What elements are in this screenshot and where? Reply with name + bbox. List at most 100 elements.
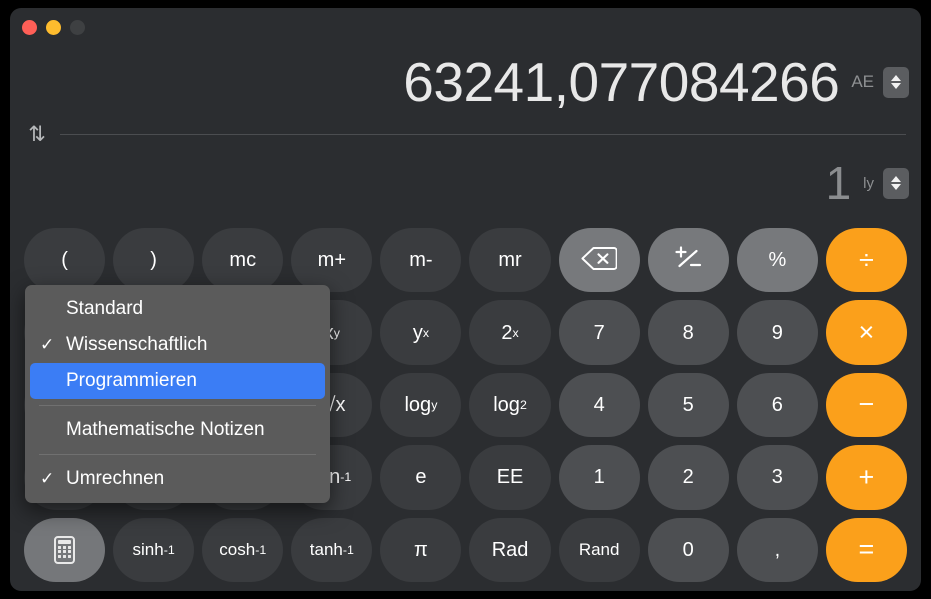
primary-display-row: 63241,077084266 AE bbox=[10, 46, 921, 118]
key-ee[interactable]: EE bbox=[469, 445, 551, 510]
key-mc[interactable]: mc bbox=[202, 228, 284, 293]
display-area: 63241,077084266 AE ⇅ 1 ly bbox=[10, 46, 921, 218]
key-plus-minus[interactable] bbox=[647, 228, 729, 293]
key-label: ( bbox=[61, 249, 68, 272]
key-asinh[interactable]: sinh -1 bbox=[113, 517, 195, 582]
key-rand[interactable]: Rand bbox=[558, 517, 640, 582]
key-label: = bbox=[858, 534, 875, 565]
key-2[interactable]: 2 bbox=[647, 445, 729, 510]
chevron-up-icon bbox=[891, 176, 901, 182]
calculator-icon bbox=[54, 535, 76, 564]
plus-minus-icon bbox=[672, 244, 704, 276]
key-log-2[interactable]: log 2 bbox=[469, 372, 551, 438]
menu-separator bbox=[39, 454, 316, 455]
key-6[interactable]: 6 bbox=[736, 372, 818, 438]
menu-item-programmieren[interactable]: Programmieren bbox=[30, 363, 325, 399]
key-label: cosh bbox=[219, 540, 256, 560]
swap-units-icon[interactable]: ⇅ bbox=[14, 124, 60, 145]
key-label: % bbox=[768, 249, 787, 272]
key-label: y bbox=[412, 321, 423, 344]
key-label: EE bbox=[496, 466, 524, 489]
zoom-button bbox=[70, 20, 85, 35]
key-atanh[interactable]: tanh -1 bbox=[291, 517, 373, 582]
key-mr[interactable]: mr bbox=[469, 228, 551, 293]
key-9[interactable]: 9 bbox=[736, 300, 818, 365]
checkmark-icon: ✓ bbox=[40, 469, 55, 488]
key-label: 5 bbox=[682, 393, 694, 416]
calculator-icon-keys bbox=[58, 550, 71, 554]
titlebar bbox=[10, 8, 921, 46]
menu-item-label: Wissenschaftlich bbox=[66, 334, 208, 355]
menu-item-wissenschaftlich[interactable]: ✓ Wissenschaftlich bbox=[30, 327, 325, 363]
key-8[interactable]: 8 bbox=[647, 300, 729, 365]
menu-item-umrechnen[interactable]: ✓ Umrechnen bbox=[30, 461, 325, 497]
key-calculator-mode[interactable] bbox=[24, 517, 106, 582]
key-label: , bbox=[774, 538, 781, 561]
key-label: 9 bbox=[771, 321, 783, 344]
key-minus[interactable]: − bbox=[825, 372, 907, 438]
secondary-unit-stepper[interactable] bbox=[883, 167, 909, 199]
key-label: − bbox=[858, 389, 875, 420]
key-label: Rad bbox=[491, 538, 529, 561]
key-7[interactable]: 7 bbox=[558, 300, 640, 365]
key-label: log bbox=[493, 393, 520, 416]
key-label: e bbox=[415, 466, 427, 489]
key-label: sinh bbox=[132, 540, 164, 560]
primary-unit-stepper[interactable] bbox=[883, 66, 909, 98]
calculator-icon-keys bbox=[58, 545, 71, 549]
menu-item-mathematische-notizen[interactable]: Mathematische Notizen bbox=[30, 412, 325, 448]
key-e[interactable]: e bbox=[380, 445, 462, 510]
key-2-pow-x[interactable]: 2x bbox=[469, 300, 551, 365]
key-equals[interactable]: = bbox=[825, 517, 907, 582]
key-label: 0 bbox=[682, 538, 694, 561]
key-label: mr bbox=[498, 249, 522, 272]
key-4[interactable]: 4 bbox=[558, 372, 640, 438]
key-percent[interactable]: % bbox=[736, 228, 818, 293]
key-y-pow-x[interactable]: yx bbox=[380, 300, 462, 365]
menu-item-label: Umrechnen bbox=[66, 468, 165, 489]
key-label: log bbox=[404, 393, 432, 416]
key-log-y[interactable]: log y bbox=[380, 372, 462, 438]
key-5[interactable]: 5 bbox=[647, 372, 729, 438]
delete-icon bbox=[581, 246, 618, 275]
menu-item-standard[interactable]: Standard bbox=[30, 291, 325, 327]
key-label: 7 bbox=[593, 321, 605, 344]
key-label: mc bbox=[229, 249, 257, 272]
key-3[interactable]: 3 bbox=[736, 445, 818, 510]
key-label: Rand bbox=[578, 540, 620, 560]
key-plus[interactable]: + bbox=[825, 445, 907, 510]
key-multiply[interactable]: × bbox=[825, 300, 907, 365]
key-acosh[interactable]: cosh -1 bbox=[202, 517, 284, 582]
key-label: m- bbox=[409, 249, 433, 272]
minimize-button[interactable] bbox=[46, 20, 61, 35]
key-delete[interactable] bbox=[558, 228, 640, 293]
menu-item-label: Standard bbox=[66, 298, 144, 319]
key-close-paren[interactable]: ) bbox=[113, 228, 195, 293]
key-rad[interactable]: Rad bbox=[469, 517, 551, 582]
chevron-down-icon bbox=[891, 184, 901, 190]
primary-display-value: 63241,077084266 bbox=[403, 50, 840, 113]
key-pi[interactable]: π bbox=[380, 517, 462, 582]
key-decimal-comma[interactable]: , bbox=[736, 517, 818, 582]
key-1[interactable]: 1 bbox=[558, 445, 640, 510]
menu-item-label: Mathematische Notizen bbox=[66, 419, 265, 440]
close-button[interactable] bbox=[22, 20, 37, 35]
secondary-display-value: 1 bbox=[825, 157, 852, 209]
calculator-icon-screen bbox=[58, 540, 72, 545]
key-label: 2 bbox=[501, 321, 513, 344]
key-label: + bbox=[858, 461, 875, 492]
key-m-plus[interactable]: m+ bbox=[291, 228, 373, 293]
key-label: m+ bbox=[317, 249, 347, 272]
chevron-up-icon bbox=[891, 75, 901, 81]
key-0[interactable]: 0 bbox=[647, 517, 729, 582]
calculator-window: 63241,077084266 AE ⇅ 1 ly ()mcm+m-mr%÷2n… bbox=[10, 8, 921, 591]
key-label: 2 bbox=[682, 466, 694, 489]
calculator-icon-keys bbox=[58, 555, 71, 559]
secondary-display-row: 1 ly bbox=[10, 154, 921, 212]
key-divide[interactable]: ÷ bbox=[825, 228, 907, 293]
key-open-paren[interactable]: ( bbox=[24, 228, 106, 293]
key-label: ) bbox=[150, 249, 157, 272]
checkmark-icon: ✓ bbox=[40, 335, 55, 354]
key-m-minus[interactable]: m- bbox=[380, 228, 462, 293]
key-label: 3 bbox=[771, 466, 783, 489]
